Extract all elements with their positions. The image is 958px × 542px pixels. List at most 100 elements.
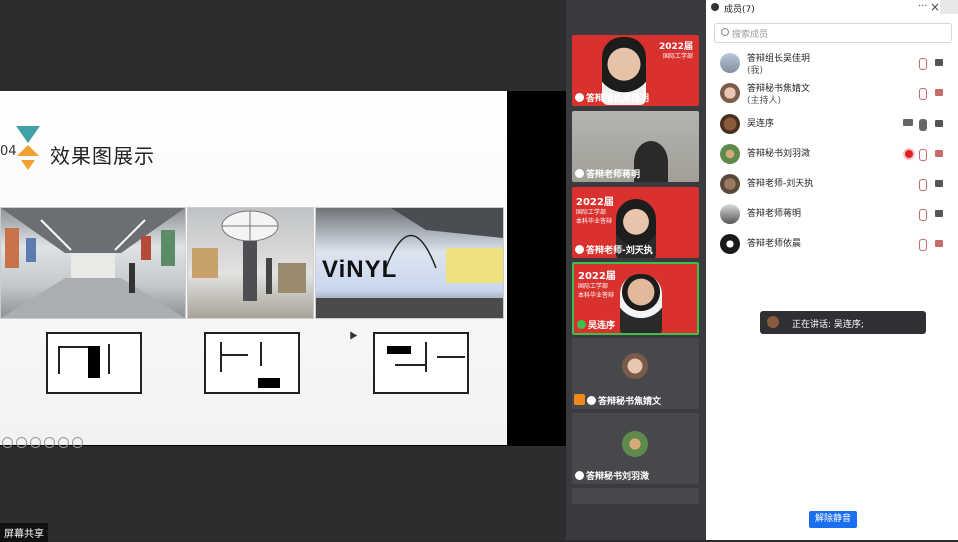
member-role: (主持人) [747,96,782,106]
more-icon[interactable] [72,437,83,448]
slide-number: 04 [0,144,17,159]
mic-icon [577,320,586,329]
camera-off-icon[interactable] [935,240,943,247]
slide-logo-icon [15,125,41,171]
member-row[interactable]: 答辩老师-刘天执 [720,174,948,194]
mic-muted-icon[interactable] [919,179,927,191]
banner-dept: 国际工学部 [662,53,693,60]
video-tile-speaking[interactable]: 2022届 国际工学部 本科毕业答辩 吴连序 [572,262,699,335]
slide-title: 效果图展示 [50,144,155,168]
video-tile[interactable]: 2022届 国际工学部 答辩组长吴佳玥 [572,35,699,106]
recording-icon [903,148,915,160]
mic-muted-icon[interactable] [919,209,927,221]
mic-muted-icon[interactable] [919,239,927,251]
video-tile[interactable]: 2022届 国际工学部 本科毕业答辩 答辩老师-刘天执 [572,187,699,258]
member-name: 答辩组长吴佳玥 [747,54,811,64]
next-icon[interactable] [16,437,27,448]
member-name: 答辩秘书焦婧文 [747,84,811,94]
rendering-photo-gallery [0,207,186,319]
search-icon [721,28,729,36]
member-row[interactable]: 答辩老师蒋明 [720,204,948,224]
close-panel-button[interactable]: × [930,0,940,14]
host-badge-icon [575,245,584,254]
rendering-photo-vinyl: ViNYL [315,207,504,319]
member-role: (我) [747,66,764,76]
member-row[interactable]: 吴连序 [720,114,948,134]
pen-icon[interactable] [30,437,41,448]
tile-name: 答辩秘书焦婧文 [598,397,662,407]
participant-avatar [622,353,648,379]
host-icon [574,394,585,405]
participant-face [620,274,662,333]
members-title: 成员(7) [724,5,755,15]
camera-icon[interactable] [935,120,943,127]
member-name: 答辩老师依晨 [747,239,802,249]
member-avatar [720,234,740,254]
members-panel [706,0,958,540]
participant-avatar [622,431,648,457]
banner-sub: 本科毕业答辩 [578,292,615,299]
prev-icon[interactable] [2,437,13,448]
vinyl-sign-text: ViNYL [322,256,398,283]
camera-icon[interactable] [935,59,943,66]
unmute-button[interactable]: 解除静音 [809,511,857,528]
menu-icon[interactable] [940,0,958,14]
member-avatar [720,174,740,194]
banner-year: 2022届 [578,271,616,282]
member-avatar [720,204,740,224]
host-badge-icon [575,169,584,178]
member-avatar [720,144,740,164]
tile-name: 答辩老师蒋明 [586,170,641,180]
member-name: 答辩老师蒋明 [747,209,802,219]
member-row[interactable]: 答辩秘书焦婧文 (主持人) [720,83,948,106]
camera-icon[interactable] [935,180,943,187]
banner-year: 2022届 [576,197,614,208]
rendering-photo-tower [187,207,314,319]
search-placeholder: 搜索成员 [732,30,769,40]
member-row[interactable]: 答辩老师依晨 [720,234,948,254]
camera-icon[interactable] [935,210,943,217]
more-options-button[interactable]: ··· [918,1,928,12]
host-badge-icon [587,396,596,405]
mic-muted-icon[interactable] [919,88,927,100]
mic-icon[interactable] [919,119,927,131]
member-name: 吴连序 [747,119,775,129]
tile-name: 答辩组长吴佳玥 [586,94,650,104]
member-avatar [720,53,740,73]
user-icon [711,3,719,11]
member-name: 答辩秘书刘羽溦 [747,149,811,159]
member-row[interactable]: 答辩组长吴佳玥 (我) [720,53,948,76]
member-name: 答辩老师-刘天执 [747,179,814,189]
screen-share-label: 屏幕共享 [0,523,48,542]
camera-off-icon[interactable] [935,150,943,157]
video-tile[interactable]: 答辩秘书刘羽溦 [572,413,699,484]
host-badge-icon [575,93,584,102]
zoom-icon[interactable] [58,437,69,448]
slide-toolbar[interactable] [2,433,86,452]
tile-name: 答辩秘书刘羽溦 [586,472,650,482]
banner-dept: 国际工学部 [578,283,609,290]
mic-muted-icon[interactable] [919,58,927,70]
member-row[interactable]: 答辩秘书刘羽溦 [720,144,948,164]
pointer-icon[interactable] [44,437,55,448]
speaking-indicator: 正在讲话: 吴连序; [760,311,926,334]
member-avatar [720,83,740,103]
banner-sub: 本科毕业答辩 [576,218,613,225]
member-avatar [720,114,740,134]
video-tile[interactable]: 答辩秘书焦婧文 [572,338,699,409]
speaker-avatar [767,316,779,328]
video-tile[interactable]: 答辩老师蒋明 [572,111,699,182]
tile-name: 吴连序 [588,321,616,331]
screen-share-icon [903,119,913,126]
video-tile-partial[interactable] [572,488,699,504]
speaking-text: 正在讲话: 吴连序; [792,320,864,330]
camera-off-icon[interactable] [935,89,943,96]
tile-name: 答辩老师-刘天执 [586,246,653,256]
host-badge-icon [575,471,584,480]
floor-plan-1 [46,332,142,394]
floor-plan-3 [373,332,469,394]
floor-plan-2 [204,332,300,394]
search-members-input[interactable]: 搜索成员 [714,23,952,43]
mic-muted-icon[interactable] [919,149,927,161]
banner-dept: 国际工学部 [576,209,607,216]
